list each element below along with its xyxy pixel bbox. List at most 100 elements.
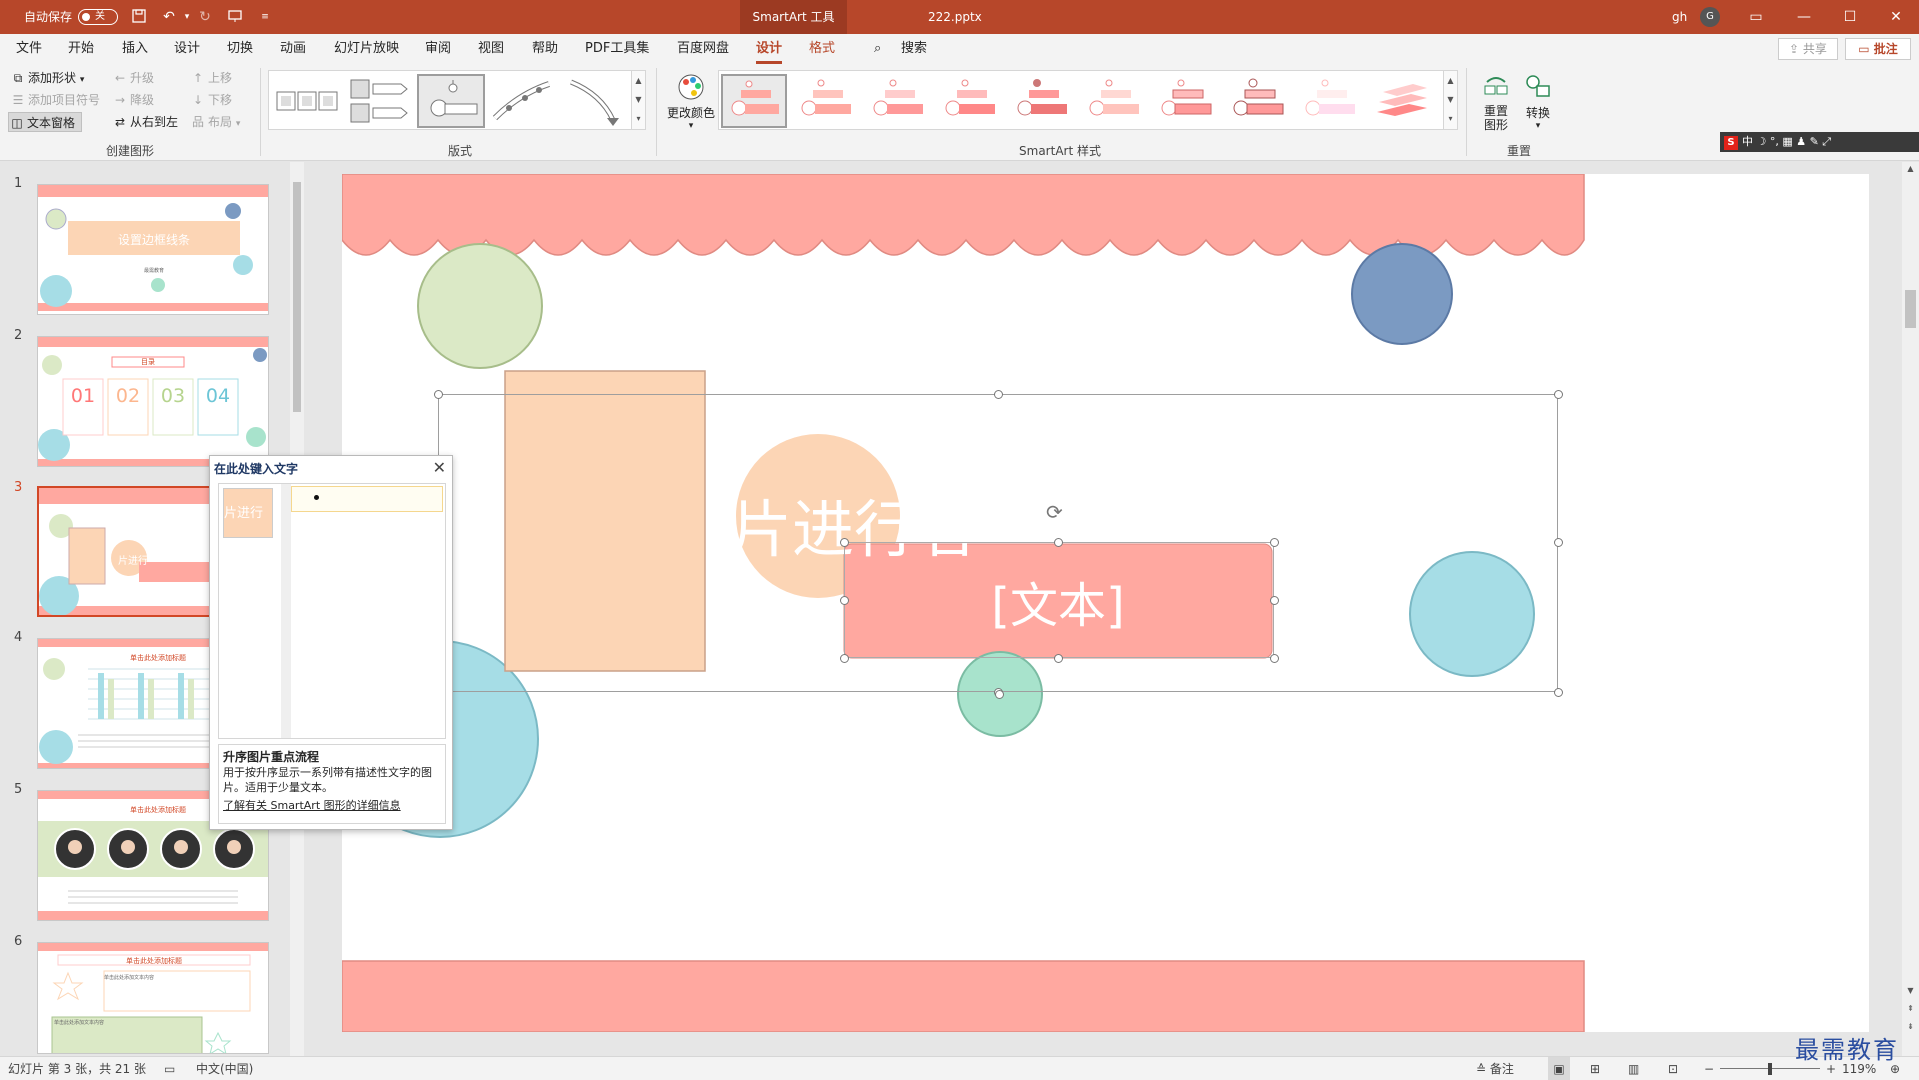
maximize-icon[interactable]: ☐ [1827, 0, 1873, 34]
tab-animations[interactable]: 动画 [280, 34, 306, 64]
tab-design[interactable]: 设计 [174, 34, 200, 64]
slide-canvas[interactable]: 片进行者 [文本] ⟳ [342, 174, 1869, 1032]
layout-option-2[interactable] [345, 74, 413, 128]
tab-pdf-tools[interactable]: PDF工具集 [585, 34, 649, 64]
resize-handle[interactable] [1270, 538, 1279, 547]
resize-handle[interactable] [1270, 596, 1279, 605]
scroll-down-icon[interactable]: ▼ [1444, 90, 1457, 109]
resize-handle[interactable] [840, 538, 849, 547]
close-icon[interactable]: ✕ [433, 458, 446, 477]
style-option-10[interactable] [1369, 74, 1435, 128]
resize-handle[interactable] [840, 654, 849, 663]
style-option-3[interactable] [865, 74, 931, 128]
smartart-learn-more-link[interactable]: 了解有关 SmartArt 图形的详细信息 [223, 797, 441, 813]
reset-graphic-button[interactable]: 重置图形 [1474, 72, 1518, 132]
zoom-out-icon[interactable]: − [1704, 1057, 1714, 1080]
ime-toolbar[interactable]: S 中 ☽ °, ▦ ♟ ✎ ⤢ [1720, 132, 1919, 152]
zoom-slider-knob[interactable] [1768, 1063, 1772, 1075]
layout-option-1[interactable] [273, 74, 341, 128]
search-icon[interactable]: ⌕ [874, 34, 881, 64]
tab-insert[interactable]: 插入 [122, 34, 148, 64]
scroll-up-icon[interactable]: ▲ [632, 71, 645, 90]
autosave-toggle[interactable]: 关 [78, 9, 118, 25]
slide-thumbnail-1[interactable]: 设置边框线条 最需教育 [37, 184, 269, 315]
thumbnail-scrollbar-thumb[interactable] [293, 182, 301, 412]
language-status[interactable]: 中文(中国) [196, 1057, 253, 1080]
slide-thumbnail-6[interactable]: 单击此处添加标题 单击此处添加文本内容 单击此处添加文本内容 [37, 942, 269, 1054]
scroll-down-icon[interactable]: ▼ [1902, 984, 1919, 998]
tab-smartart-format[interactable]: 格式 [809, 34, 835, 64]
gallery-expand-icon[interactable]: ▾ [632, 109, 645, 128]
tab-slideshow[interactable]: 幻灯片放映 [334, 34, 399, 64]
resize-handle[interactable] [1554, 390, 1563, 399]
style-option-7[interactable] [1153, 74, 1219, 128]
scroll-up-icon[interactable]: ▲ [1444, 71, 1457, 90]
resize-handle[interactable] [994, 390, 1003, 399]
previous-slide-icon[interactable]: ⇞ [1902, 1002, 1919, 1016]
resize-handle[interactable] [1054, 538, 1063, 547]
accessibility-icon[interactable]: ▭ [164, 1057, 175, 1080]
rotate-handle-icon[interactable]: ⟳ [1046, 500, 1063, 524]
user-name[interactable]: gh [1672, 0, 1687, 34]
add-bullet-button[interactable]: ☰ 添加项目符号 [10, 90, 100, 110]
comments-button[interactable]: ▭ 批注 [1845, 38, 1911, 60]
layout-option-5[interactable] [561, 74, 629, 128]
customize-toolbar-icon[interactable]: ≡ [256, 8, 274, 26]
picture-placeholder[interactable]: 片进行 [223, 488, 273, 538]
layouts-gallery-scroll[interactable]: ▲ ▼ ▾ [631, 71, 645, 129]
slideshow-icon[interactable]: ⊡ [1668, 1057, 1678, 1080]
resize-handle[interactable] [1554, 688, 1563, 697]
slide-sorter-icon[interactable]: ⊞ [1590, 1057, 1600, 1080]
style-option-2[interactable] [793, 74, 859, 128]
style-option-8[interactable] [1225, 74, 1291, 128]
promote-button[interactable]: ← 升级 [112, 68, 154, 88]
close-icon[interactable]: ✕ [1873, 0, 1919, 34]
layout-button[interactable]: 品布局 ▾ [190, 112, 240, 132]
reading-view-icon[interactable]: ▥ [1628, 1057, 1639, 1080]
style-option-4[interactable] [937, 74, 1003, 128]
scroll-down-icon[interactable]: ▼ [632, 90, 645, 109]
share-button[interactable]: ⇪ 共享 [1778, 38, 1838, 60]
scroll-up-icon[interactable]: ▲ [1902, 162, 1919, 176]
save-icon[interactable] [130, 8, 148, 26]
minimize-icon[interactable]: — [1781, 0, 1827, 34]
tab-file[interactable]: 文件 [16, 34, 42, 64]
convert-button[interactable]: 转换 ▾ [1516, 72, 1560, 131]
style-option-5[interactable] [1009, 74, 1075, 128]
tab-review[interactable]: 审阅 [425, 34, 451, 64]
tab-help[interactable]: 帮助 [532, 34, 558, 64]
tab-baidu-netdisk[interactable]: 百度网盘 [677, 34, 729, 64]
resize-handle[interactable] [1054, 654, 1063, 663]
resize-handle[interactable] [1554, 538, 1563, 547]
style-option-1[interactable] [721, 74, 787, 128]
add-shape-button[interactable]: ⧉ 添加形状 ▾ [10, 68, 85, 88]
style-option-9[interactable] [1297, 74, 1363, 128]
tab-smartart-design[interactable]: 设计 [756, 34, 783, 64]
resize-handle[interactable] [434, 390, 443, 399]
layout-option-4[interactable] [489, 74, 557, 128]
change-colors-button[interactable]: 更改颜色 ▾ [664, 72, 718, 131]
text-pane-button[interactable]: ◫ 文本窗格 [8, 112, 83, 132]
normal-view-icon[interactable]: ▣ [1548, 1057, 1570, 1080]
undo-dropdown-icon[interactable]: ▾ [178, 8, 196, 26]
editor-vertical-scrollbar[interactable]: ▲ ▼ ⇞ ⇟ [1902, 162, 1919, 1056]
right-to-left-button[interactable]: ⇄ 从右到左 [112, 112, 178, 132]
gallery-expand-icon[interactable]: ▾ [1444, 109, 1457, 128]
next-slide-icon[interactable]: ⇟ [1902, 1020, 1919, 1034]
resize-handle[interactable] [840, 596, 849, 605]
styles-gallery-scroll[interactable]: ▲ ▼ ▾ [1443, 71, 1457, 129]
resize-handle[interactable] [995, 690, 1004, 699]
style-option-6[interactable] [1081, 74, 1147, 128]
tab-transitions[interactable]: 切换 [227, 34, 253, 64]
move-down-button[interactable]: ↓ 下移 [190, 90, 232, 110]
tab-home[interactable]: 开始 [68, 34, 94, 64]
demote-button[interactable]: → 降级 [112, 90, 154, 110]
search-box[interactable]: 搜索 [901, 34, 927, 64]
present-icon[interactable] [226, 8, 244, 26]
bullet-text-input[interactable] [291, 486, 443, 512]
layout-option-ascending-picture[interactable] [417, 74, 485, 128]
editor-scrollbar-thumb[interactable] [1905, 290, 1916, 328]
redo-icon[interactable]: ↻ [196, 8, 214, 26]
slide-thumbnail-2[interactable]: 目录 01 02 03 04 [37, 336, 269, 467]
notes-button[interactable]: ≙ 备注 [1476, 1057, 1514, 1080]
